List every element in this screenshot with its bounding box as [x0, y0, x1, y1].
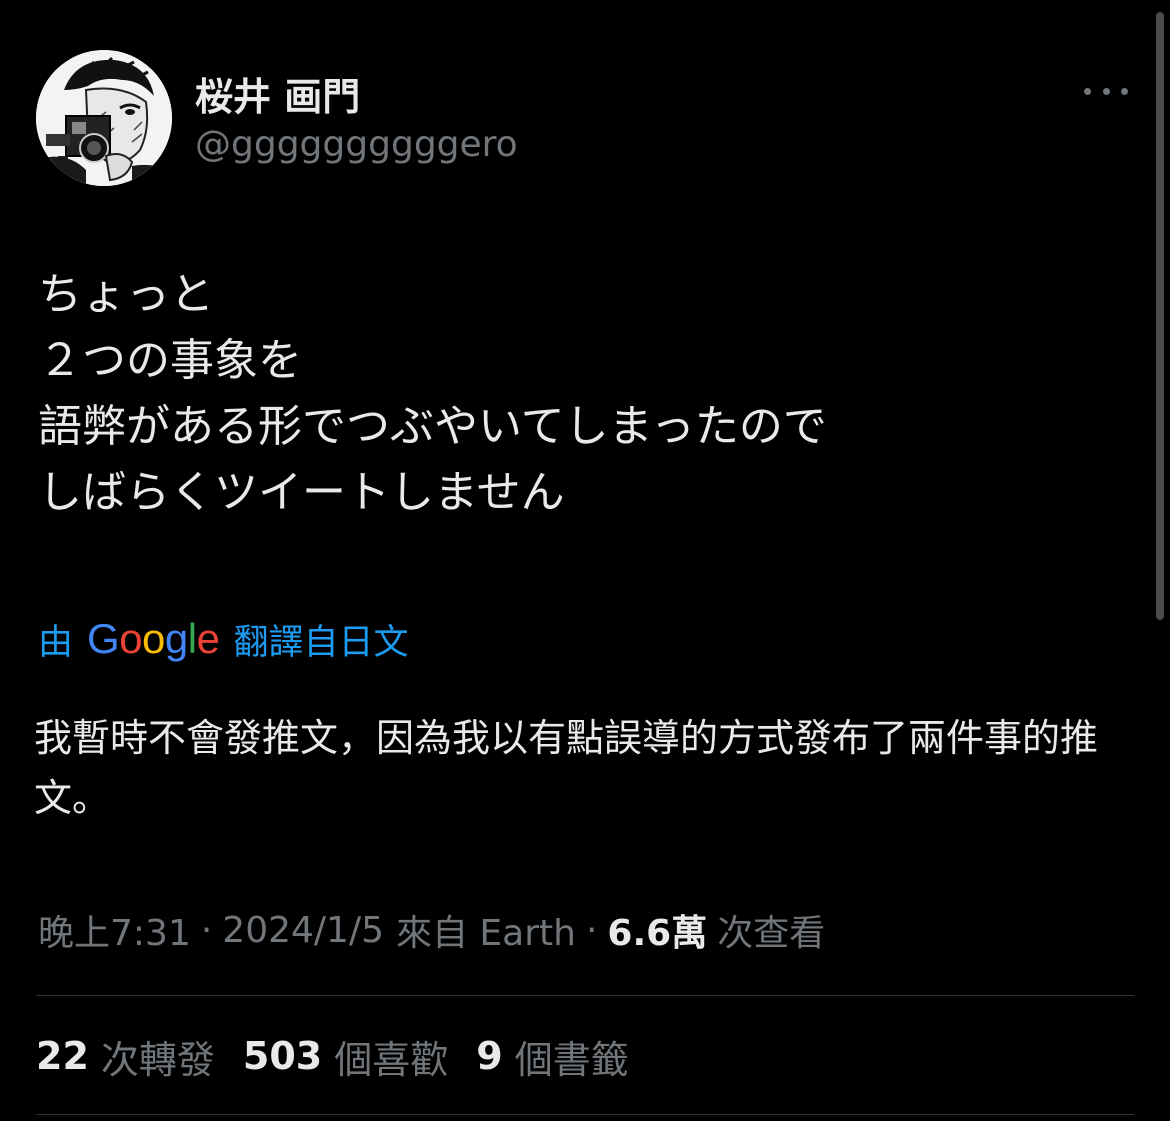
likes-count: 503 [242, 1034, 323, 1078]
manga-portrait-avatar-icon [36, 50, 172, 186]
views-label: 次查看 [717, 913, 826, 954]
engagement-stats: 22 次轉發 503 個喜歡 9 個書籤 [36, 1026, 657, 1086]
avatar[interactable] [36, 50, 172, 186]
retweets-count: 22 [36, 1034, 89, 1078]
divider [36, 1114, 1134, 1115]
views-count[interactable]: 6.6萬 [607, 904, 707, 956]
meta-separator: · [200, 909, 213, 951]
bookmarks-stat[interactable]: 9 個書籤 [476, 1029, 628, 1084]
tweet-meta: 晚上7:31 · 2024/1/5 來自 Earth · 6.6萬 次查看 [38, 902, 825, 958]
display-name[interactable]: 桜井 画門 [195, 66, 360, 121]
tweet-date[interactable]: 2024/1/5 [222, 910, 384, 951]
meta-separator: · [585, 909, 598, 951]
bookmarks-label: 個書籤 [514, 1037, 629, 1082]
scrollbar[interactable] [1156, 12, 1164, 620]
translation-source-language: 翻譯自日文 [233, 622, 409, 663]
tweet-source: 來自 Earth [395, 913, 576, 954]
likes-stat[interactable]: 503 個喜歡 [243, 1029, 448, 1084]
bookmarks-count: 9 [476, 1034, 503, 1078]
google-logo-letter: o [119, 615, 143, 662]
translation-prefix: 由 [38, 622, 74, 663]
tweet-time[interactable]: 晚上7:31 [38, 904, 191, 956]
divider [36, 995, 1134, 996]
likes-label: 個喜歡 [334, 1037, 449, 1082]
more-horizontal-icon [1084, 87, 1091, 95]
translated-text: 我暫時不會發推文，因為我以有點誤導的方式發布了兩件事的推文。 [34, 716, 1099, 820]
google-logo-letter: o [142, 615, 165, 662]
google-logo-letter: e [196, 615, 220, 662]
more-options-button[interactable] [1084, 80, 1128, 102]
user-handle[interactable]: @ggggggggggero [195, 124, 518, 165]
retweets-label: 次轉發 [100, 1037, 215, 1082]
retweets-stat[interactable]: 22 次轉發 [36, 1029, 215, 1084]
more-horizontal-icon-dot [1102, 87, 1110, 95]
google-logo-letter: g [164, 615, 188, 662]
google-logo-letter: G [87, 615, 120, 662]
more-horizontal-icon-dot [1121, 87, 1128, 95]
google-logo-letter: l [187, 615, 197, 662]
tweet-text: ちょっと ２つの事象を 語弊がある形でつぶやいてしまったので しばらくツイートし… [38, 269, 827, 518]
google-logo: Google [87, 615, 220, 663]
tweet-header: 桜井 画門 @ggggggggggero [36, 50, 1136, 190]
translation-attribution[interactable]: 由 Google 翻譯自日文 [38, 612, 408, 666]
